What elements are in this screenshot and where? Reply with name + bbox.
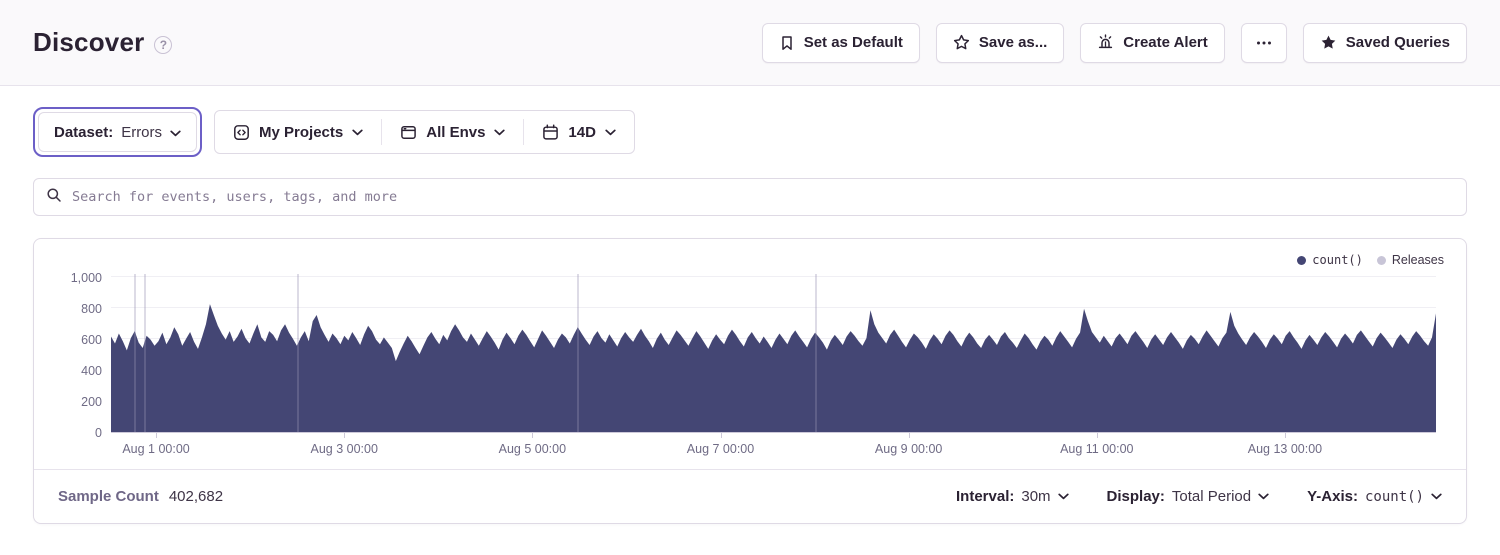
interval-dropdown-label: Interval: xyxy=(956,488,1014,505)
dataset-highlight: Dataset: Errors xyxy=(33,107,202,157)
y-axis-label: 600 xyxy=(81,333,102,347)
y-axis-label: 800 xyxy=(81,302,102,316)
help-icon[interactable]: ? xyxy=(154,36,172,54)
environments-filter[interactable]: All Envs xyxy=(382,111,523,153)
y-axis: 02004006008001,000 xyxy=(34,278,111,433)
chevron-down-icon xyxy=(352,129,363,136)
dataset-value: Errors xyxy=(121,124,162,141)
ellipsis-icon xyxy=(1255,35,1273,51)
legend-label: count() xyxy=(1312,253,1363,267)
save-as-button[interactable]: Save as... xyxy=(936,23,1064,63)
display-dropdown-label: Display: xyxy=(1107,488,1165,505)
y-axis-dropdown-label: Y-Axis: xyxy=(1307,488,1358,505)
create-alert-button[interactable]: Create Alert xyxy=(1080,23,1224,63)
chevron-down-icon xyxy=(170,124,181,141)
x-axis-label: Aug 7 00:00 xyxy=(687,442,754,456)
release-line[interactable] xyxy=(297,274,299,432)
y-axis-label: 200 xyxy=(81,395,102,409)
x-axis-label: Aug 1 00:00 xyxy=(122,442,189,456)
search-input[interactable] xyxy=(72,189,1454,205)
x-axis-label: Aug 11 00:00 xyxy=(1060,442,1133,456)
saved-queries-button-label: Saved Queries xyxy=(1346,34,1450,51)
save-as-button-label: Save as... xyxy=(979,34,1047,51)
star-outline-icon xyxy=(953,34,970,51)
dataset-filter[interactable]: Dataset: Errors xyxy=(38,112,197,152)
page-header: Discover ? Set as Default Save as... Creat… xyxy=(0,0,1500,86)
chevron-down-icon xyxy=(1058,493,1069,500)
chevron-down-icon xyxy=(494,129,505,136)
create-alert-button-label: Create Alert xyxy=(1123,34,1207,51)
chart-footer: Sample Count 402,682 Interval: 30m Display… xyxy=(34,469,1466,523)
chart-legend: count() Releases xyxy=(1297,253,1444,267)
star-filled-icon xyxy=(1320,34,1337,51)
legend-item-count[interactable]: count() xyxy=(1297,253,1363,267)
dataset-label: Dataset: xyxy=(54,124,113,141)
area-series xyxy=(111,278,1436,432)
legend-item-releases[interactable]: Releases xyxy=(1377,253,1444,267)
release-line[interactable] xyxy=(134,274,136,432)
more-options-button[interactable] xyxy=(1241,23,1287,63)
sample-count: Sample Count 402,682 xyxy=(58,488,223,505)
page-filter-bar: My Projects All Envs 14D xyxy=(214,110,635,154)
x-axis-label: Aug 9 00:00 xyxy=(875,442,942,456)
date-range-filter[interactable]: 14D xyxy=(524,111,634,153)
sample-count-value: 402,682 xyxy=(169,488,223,505)
x-axis-label: Aug 3 00:00 xyxy=(310,442,377,456)
project-icon xyxy=(233,124,250,141)
x-axis: Aug 1 00:00 Aug 3 00:00 Aug 5 00:00 Aug 7 0… xyxy=(111,433,1436,469)
y-axis-dropdown-value: count() xyxy=(1365,489,1424,505)
legend-dot xyxy=(1297,256,1306,265)
chevron-down-icon xyxy=(1431,493,1442,500)
legend-label: Releases xyxy=(1392,253,1444,267)
footer-controls: Interval: 30m Display: Total Period Y-Axis: c… xyxy=(956,488,1442,505)
interval-dropdown[interactable]: Interval: 30m xyxy=(956,488,1069,505)
chart-plot[interactable] xyxy=(111,278,1436,433)
siren-icon xyxy=(1097,34,1114,51)
filter-row: Dataset: Errors My Projects All Envs 14D xyxy=(33,107,1467,157)
release-line[interactable] xyxy=(815,274,817,432)
events-chart-panel: count() Releases 0 200 400 600 800 1,000 Aug 1… xyxy=(33,238,1467,524)
sample-count-label: Sample Count xyxy=(58,488,159,505)
date-range-filter-label: 14D xyxy=(568,124,596,141)
calendar-icon xyxy=(542,124,559,141)
chevron-down-icon xyxy=(1258,493,1269,500)
set-as-default-button-label: Set as Default xyxy=(804,34,903,51)
search-icon xyxy=(46,187,62,208)
release-line[interactable] xyxy=(144,274,146,432)
search-box xyxy=(33,178,1467,216)
chart-area: count() Releases 0 200 400 600 800 1,000 Aug 1… xyxy=(34,239,1466,469)
interval-dropdown-value: 30m xyxy=(1021,488,1050,505)
legend-dot xyxy=(1377,256,1386,265)
bookmark-icon xyxy=(779,35,795,51)
header-actions: Set as Default Save as... Create Alert Save… xyxy=(762,23,1467,63)
y-axis-label: 0 xyxy=(95,426,102,440)
display-dropdown[interactable]: Display: Total Period xyxy=(1107,488,1270,505)
environments-filter-label: All Envs xyxy=(426,124,485,141)
y-axis-label: 1,000 xyxy=(71,271,102,285)
release-line[interactable] xyxy=(577,274,579,432)
x-axis-label: Aug 13 00:00 xyxy=(1248,442,1322,456)
set-as-default-button[interactable]: Set as Default xyxy=(762,23,920,63)
projects-filter-label: My Projects xyxy=(259,124,343,141)
page-title: Discover xyxy=(33,27,144,58)
y-axis-dropdown[interactable]: Y-Axis: count() xyxy=(1307,488,1442,505)
x-axis-label: Aug 5 00:00 xyxy=(499,442,566,456)
y-axis-label: 400 xyxy=(81,364,102,378)
display-dropdown-value: Total Period xyxy=(1172,488,1251,505)
chevron-down-icon xyxy=(605,129,616,136)
gridline xyxy=(111,276,1436,277)
projects-filter[interactable]: My Projects xyxy=(215,111,381,153)
window-icon xyxy=(400,124,417,141)
saved-queries-button[interactable]: Saved Queries xyxy=(1303,23,1467,63)
